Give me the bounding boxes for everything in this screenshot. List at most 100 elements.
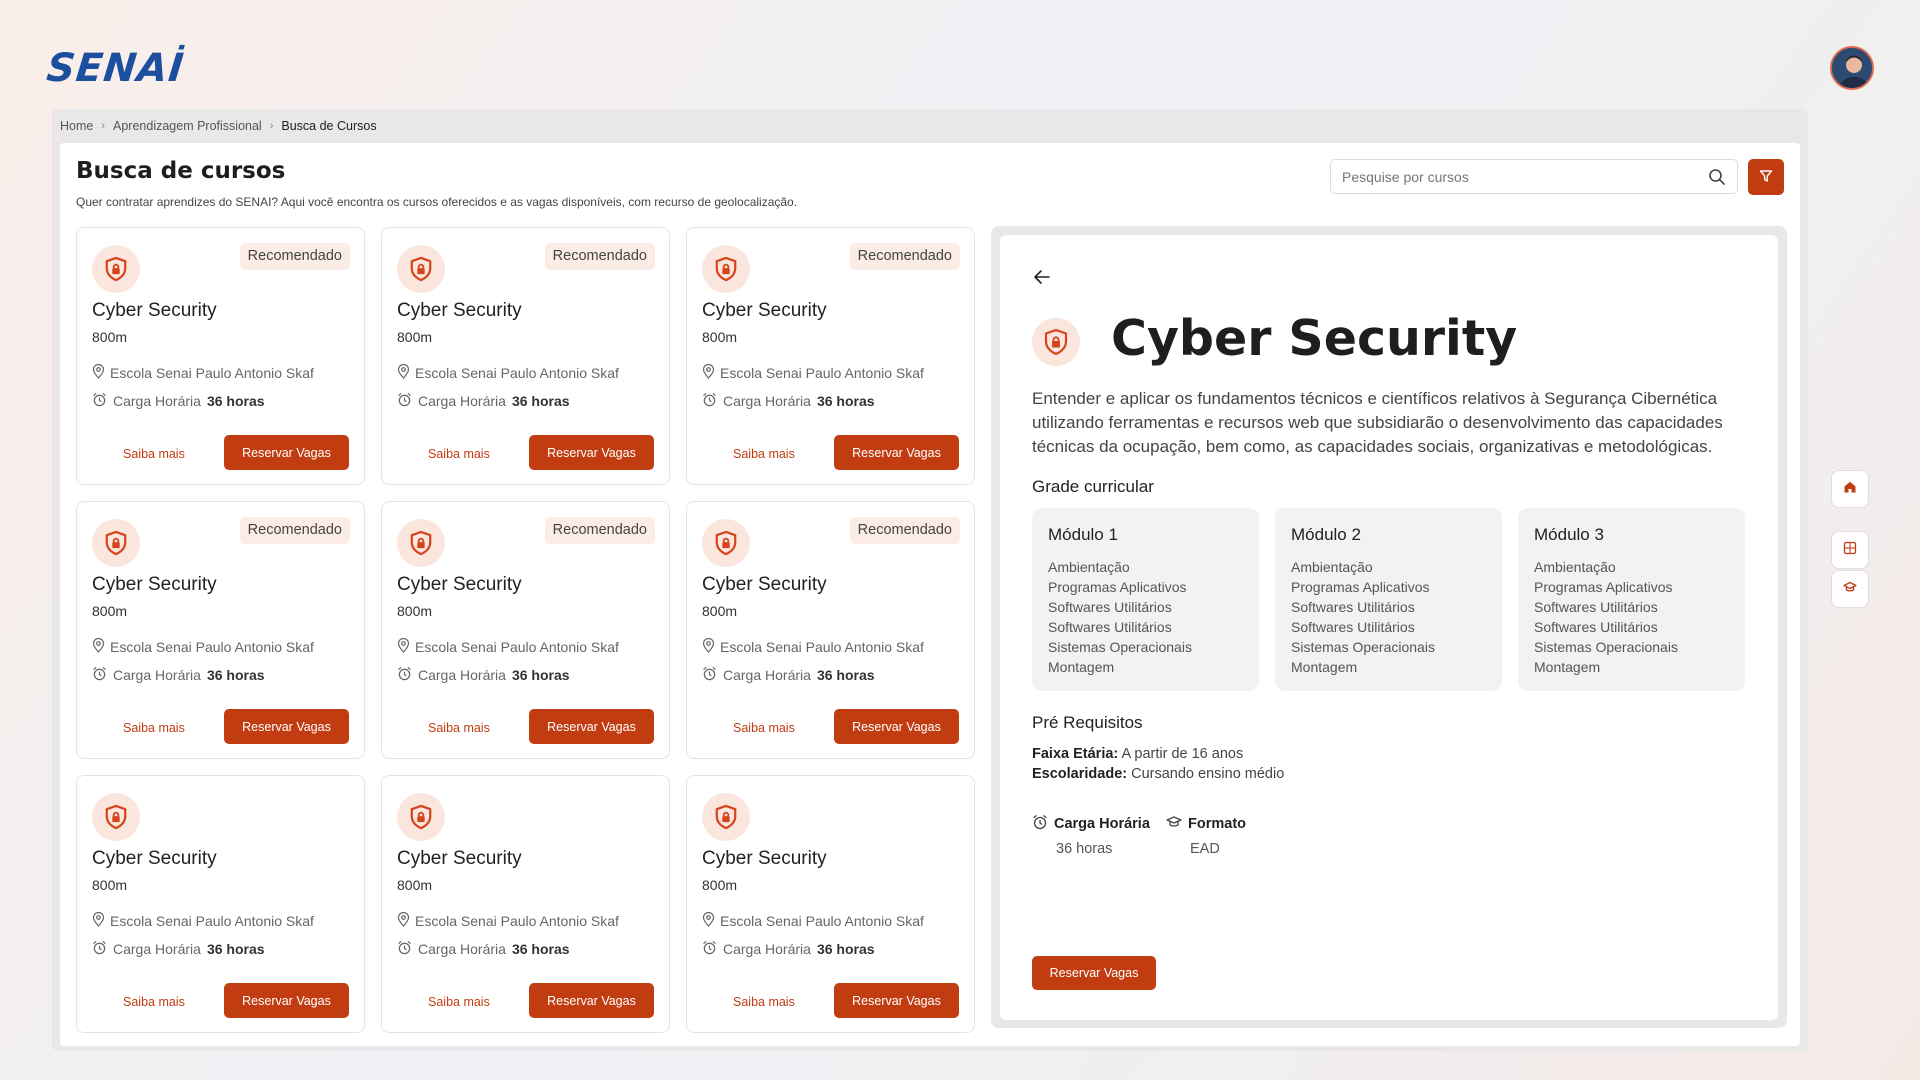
saiba-mais-link[interactable]: Saiba mais — [123, 447, 185, 461]
chevron-right-icon: › — [269, 120, 274, 132]
alarm-clock-icon — [397, 940, 412, 958]
course-school: Escola Senai Paulo Antonio Skaf — [92, 911, 314, 930]
alarm-clock-icon — [1032, 814, 1048, 834]
side-nav-calculator[interactable] — [1831, 531, 1869, 569]
saiba-mais-link[interactable]: Saiba mais — [123, 721, 185, 735]
module-item: Softwares Utilitários — [1534, 619, 1658, 635]
page-subtitle: Quer contratar aprendizes do SENAI? Aqui… — [76, 195, 798, 209]
page-title: Busca de cursos — [76, 158, 286, 184]
saiba-mais-link[interactable]: Saiba mais — [428, 447, 490, 461]
saiba-mais-link[interactable]: Saiba mais — [123, 995, 185, 1009]
side-nav-courses[interactable] — [1831, 570, 1869, 608]
reserve-button[interactable]: Reservar Vagas — [529, 435, 654, 470]
module-item: Programas Aplicativos — [1291, 579, 1430, 595]
course-hours: Carga Horária 36 horas — [92, 392, 265, 410]
location-pin-icon — [702, 911, 715, 930]
module-item: Programas Aplicativos — [1534, 579, 1673, 595]
search-box — [1330, 159, 1738, 194]
school-name: Escola Senai Paulo Antonio Skaf — [110, 639, 314, 655]
shield-lock-icon — [92, 245, 140, 293]
course-distance: 800m — [702, 603, 738, 619]
search-icon[interactable] — [1708, 168, 1726, 191]
senai-logo[interactable]: SENAİ — [45, 46, 187, 91]
reserve-button[interactable]: Reservar Vagas — [224, 435, 349, 470]
hours-value: 36 horas — [816, 667, 875, 683]
module-card-3: Módulo 3 Ambientação Programas Aplicativ… — [1518, 508, 1745, 691]
course-school: Escola Senai Paulo Antonio Skaf — [702, 911, 924, 930]
alarm-clock-icon — [702, 940, 717, 958]
module-title: Módulo 3 — [1534, 525, 1604, 544]
alarm-clock-icon — [92, 940, 107, 958]
reserve-button[interactable]: Reservar Vagas — [834, 435, 959, 470]
course-hours: Carga Horária 36 horas — [397, 392, 570, 410]
hours-value: 36 horas — [206, 667, 265, 683]
hours-label: Carga Horária — [418, 667, 506, 683]
module-item: Sistemas Operacionais — [1291, 639, 1435, 655]
course-distance: 800m — [397, 329, 433, 345]
course-card[interactable]: Cyber Security 800m Escola Senai Paulo Ant… — [76, 775, 365, 1033]
module-item: Ambientação — [1048, 559, 1130, 575]
search-input[interactable] — [1331, 160, 1691, 193]
saiba-mais-link[interactable]: Saiba mais — [428, 721, 490, 735]
course-distance: 800m — [397, 877, 433, 893]
school-name: Escola Senai Paulo Antonio Skaf — [720, 365, 924, 381]
shield-lock-icon — [702, 793, 750, 841]
back-arrow-icon[interactable] — [1033, 268, 1051, 291]
course-hours: Carga Horária 36 horas — [92, 666, 265, 684]
reserve-button[interactable]: Reservar Vagas — [529, 709, 654, 744]
hours-value: 36 horas — [206, 941, 265, 957]
main-panel: Busca de cursos Quer contratar aprendize… — [60, 143, 1800, 1046]
reserve-button[interactable]: Reservar Vagas — [224, 983, 349, 1018]
course-title: Cyber Security — [397, 300, 522, 321]
calculator-icon — [1843, 541, 1857, 560]
age-label: Faixa Etária: — [1032, 746, 1119, 762]
course-card[interactable]: Cyber Security 800m Escola Senai Paulo Ant… — [686, 775, 975, 1033]
reserve-button[interactable]: Reservar Vagas — [834, 983, 959, 1018]
detail-description: Entender e aplicar os fundamentos técnic… — [1032, 389, 1723, 456]
hours-label: Carga Horária — [418, 941, 506, 957]
course-card[interactable]: Recomendado Cyber Security 800m Escola Sena… — [381, 227, 670, 485]
course-hours: Carga Horária 36 horas — [702, 666, 875, 684]
saiba-mais-link[interactable]: Saiba mais — [733, 447, 795, 461]
hours-value: 36 horas — [206, 393, 265, 409]
reserve-button[interactable]: Reservar Vagas — [834, 709, 959, 744]
course-school: Escola Senai Paulo Antonio Skaf — [92, 637, 314, 656]
school-name: Escola Senai Paulo Antonio Skaf — [415, 913, 619, 929]
reserve-button[interactable]: Reservar Vagas — [224, 709, 349, 744]
module-item: Montagem — [1048, 659, 1115, 675]
side-nav-home[interactable] — [1831, 470, 1869, 508]
course-card[interactable]: Recomendado Cyber Security 800m Escola Sena… — [686, 501, 975, 759]
user-avatar[interactable] — [1830, 46, 1874, 90]
prereq-heading: Pré Requisitos — [1032, 713, 1143, 732]
course-distance: 800m — [397, 603, 433, 619]
location-pin-icon — [92, 363, 105, 382]
course-hours: Carga Horária 36 horas — [397, 666, 570, 684]
saiba-mais-link[interactable]: Saiba mais — [733, 721, 795, 735]
breadcrumb-aprendizagem[interactable]: Aprendizagem Profissional — [113, 119, 262, 133]
course-card[interactable]: Recomendado Cyber Security 800m Escola Sena… — [686, 227, 975, 485]
course-card[interactable]: Recomendado Cyber Security 800m Escola Sena… — [381, 501, 670, 759]
shield-lock-icon — [397, 245, 445, 293]
course-school: Escola Senai Paulo Antonio Skaf — [702, 363, 924, 382]
filter-button[interactable] — [1748, 159, 1784, 195]
course-card[interactable]: Recomendado Cyber Security 800m Escola Sena… — [76, 227, 365, 485]
module-item: Softwares Utilitários — [1048, 619, 1172, 635]
format-label: Formato — [1188, 816, 1246, 832]
breadcrumb-home[interactable]: Home — [60, 119, 93, 133]
course-hours: Carga Horária 36 horas — [702, 392, 875, 410]
course-card[interactable]: Cyber Security 800m Escola Senai Paulo Ant… — [381, 775, 670, 1033]
recommended-badge: Recomendado — [239, 243, 350, 270]
detail-reserve-button[interactable]: Reservar Vagas — [1032, 956, 1156, 990]
alarm-clock-icon — [92, 666, 107, 684]
module-item: Softwares Utilitários — [1048, 599, 1172, 615]
course-hours: Carga Horária 36 horas — [397, 940, 570, 958]
course-detail: Cyber Security Entender e aplicar os fun… — [1000, 235, 1778, 1020]
module-item: Montagem — [1291, 659, 1358, 675]
hours-value: 36 horas — [816, 941, 875, 957]
reserve-button[interactable]: Reservar Vagas — [529, 983, 654, 1018]
saiba-mais-link[interactable]: Saiba mais — [733, 995, 795, 1009]
location-pin-icon — [702, 363, 715, 382]
saiba-mais-link[interactable]: Saiba mais — [428, 995, 490, 1009]
course-card[interactable]: Recomendado Cyber Security 800m Escola Sena… — [76, 501, 365, 759]
module-title: Módulo 2 — [1291, 525, 1361, 544]
